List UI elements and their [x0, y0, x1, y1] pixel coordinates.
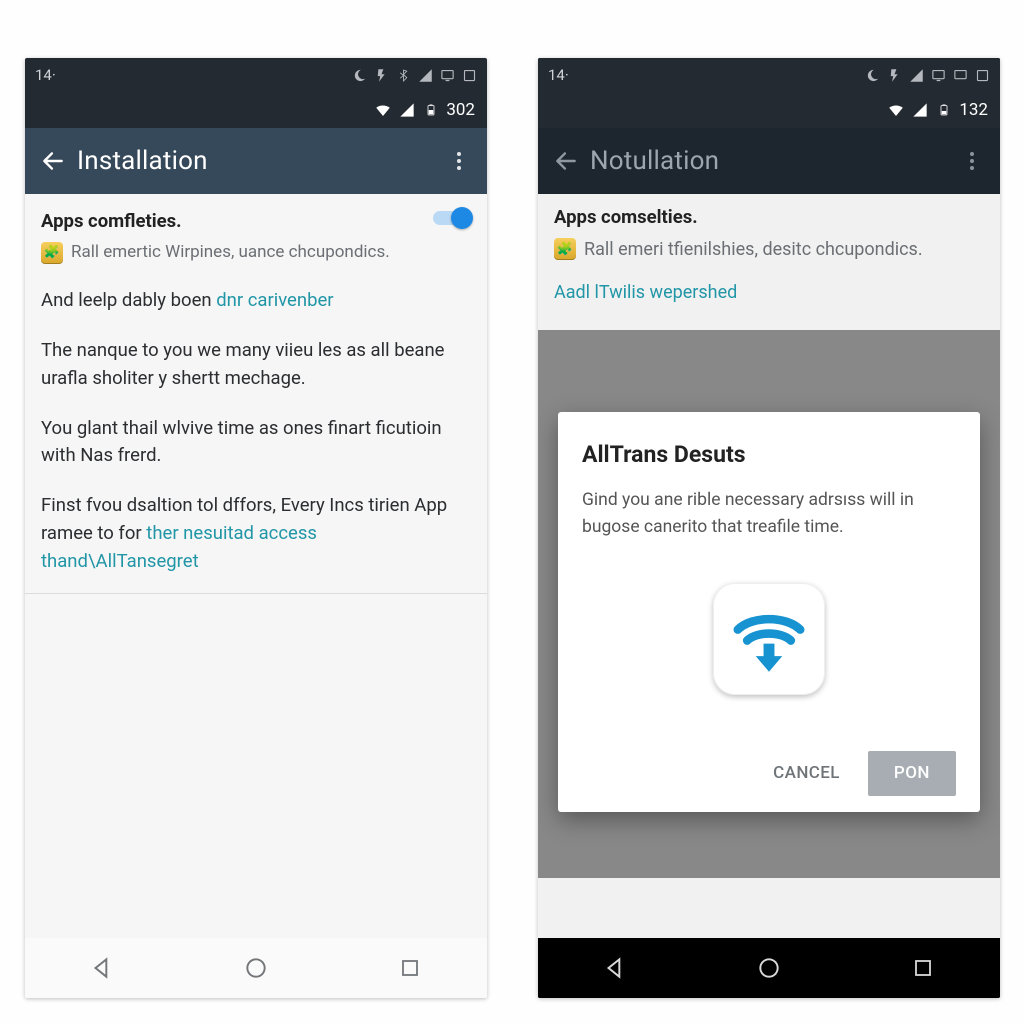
bluetooth-icon	[395, 67, 411, 83]
app-bar: Installation	[25, 128, 487, 194]
nav-back-button[interactable]	[585, 948, 645, 988]
flash-icon	[886, 67, 902, 83]
screen2-icon	[952, 67, 968, 83]
battery-text: 302	[446, 100, 475, 120]
app-package-icon: 🧩	[41, 242, 63, 264]
background-link: Aadl lTwilis wepershed	[554, 279, 984, 306]
cancel-button[interactable]: CANCEL	[759, 751, 854, 797]
signal-icon	[417, 67, 433, 83]
cell-icon	[911, 101, 929, 119]
phone-left: 14· 302 Installation	[25, 58, 487, 998]
nav-back-button[interactable]	[72, 948, 132, 988]
section-heading: Apps comfleties.	[41, 208, 421, 236]
status-icons	[864, 67, 990, 83]
status-bar-top: 14·	[25, 58, 487, 92]
battery-icon	[422, 101, 440, 119]
apps-toggle-row: Apps comfleties. 🧩 Rall emertic Wirpines…	[41, 208, 471, 265]
nav-bar	[25, 938, 487, 998]
confirm-button[interactable]: PON	[868, 751, 956, 797]
wifi-icon	[887, 101, 905, 119]
status-time: 14·	[548, 66, 569, 84]
section-subtitle: Rall emertic Wirpines, uance chcupondics…	[71, 240, 390, 266]
battery-icon	[935, 101, 953, 119]
page-title: Notullation	[590, 146, 952, 176]
moon-icon	[864, 67, 880, 83]
apps-toggle[interactable]	[433, 208, 471, 228]
content-area: Apps comfleties. 🧩 Rall emertic Wirpines…	[25, 194, 487, 608]
screen-icon	[439, 67, 455, 83]
card-icon	[974, 67, 990, 83]
overflow-menu-button[interactable]	[952, 141, 992, 181]
status-bar-second: 132	[538, 92, 1000, 128]
section-subtitle: Rall emeri tfienilshies, desitc chcupond…	[584, 236, 923, 263]
page-title: Installation	[77, 146, 439, 176]
card-icon	[461, 67, 477, 83]
back-button[interactable]	[33, 141, 73, 181]
dialog-icon-wrap	[582, 583, 956, 695]
paragraph-4: Finst fvou dsaltion tol dffors, Every In…	[41, 492, 471, 575]
status-bar-top: 14·	[538, 58, 1000, 92]
background-section: Apps comselties. 🧩 Rall emeri tfienilshi…	[538, 194, 1000, 306]
paragraph-3: You glant thail wlvive time as ones fina…	[41, 415, 471, 471]
overflow-menu-button[interactable]	[439, 141, 479, 181]
content-area: Apps comselties. 🧩 Rall emeri tfienilshi…	[538, 194, 1000, 938]
status-bar-second: 302	[25, 92, 487, 128]
divider	[25, 593, 487, 594]
status-icons	[351, 67, 477, 83]
cell-icon	[398, 101, 416, 119]
status-time: 14·	[35, 66, 56, 84]
alltrans-app-icon	[713, 583, 825, 695]
screen-icon	[930, 67, 946, 83]
section-heading: Apps comselties.	[554, 204, 984, 232]
app-package-icon: 🧩	[554, 238, 576, 260]
nav-home-button[interactable]	[739, 948, 799, 988]
dialog-actions: CANCEL PON	[582, 751, 956, 797]
wifi-icon	[374, 101, 392, 119]
nav-recents-button[interactable]	[380, 948, 440, 988]
link-carivenber[interactable]: dnr carivenber	[216, 289, 333, 311]
dialog-body: Gind you ane rible necessary adrsıss wil…	[582, 487, 956, 541]
flash-icon	[373, 67, 389, 83]
alltrans-dialog: AllTrans Desuts Gind you ane rible neces…	[558, 412, 980, 812]
paragraph-2: The nanque to you we many viieu les as a…	[41, 337, 471, 393]
signal-icon	[908, 67, 924, 83]
phone-right: 14· 132 Notullation	[538, 58, 1000, 998]
back-button[interactable]	[546, 141, 586, 181]
nav-recents-button[interactable]	[893, 948, 953, 988]
nav-bar	[538, 938, 1000, 998]
paragraph-1: And leelp dably boen dnr carivenber	[41, 287, 471, 315]
battery-text: 132	[959, 100, 988, 120]
dialog-title: AllTrans Desuts	[582, 438, 956, 473]
moon-icon	[351, 67, 367, 83]
app-bar: Notullation	[538, 128, 1000, 194]
nav-home-button[interactable]	[226, 948, 286, 988]
